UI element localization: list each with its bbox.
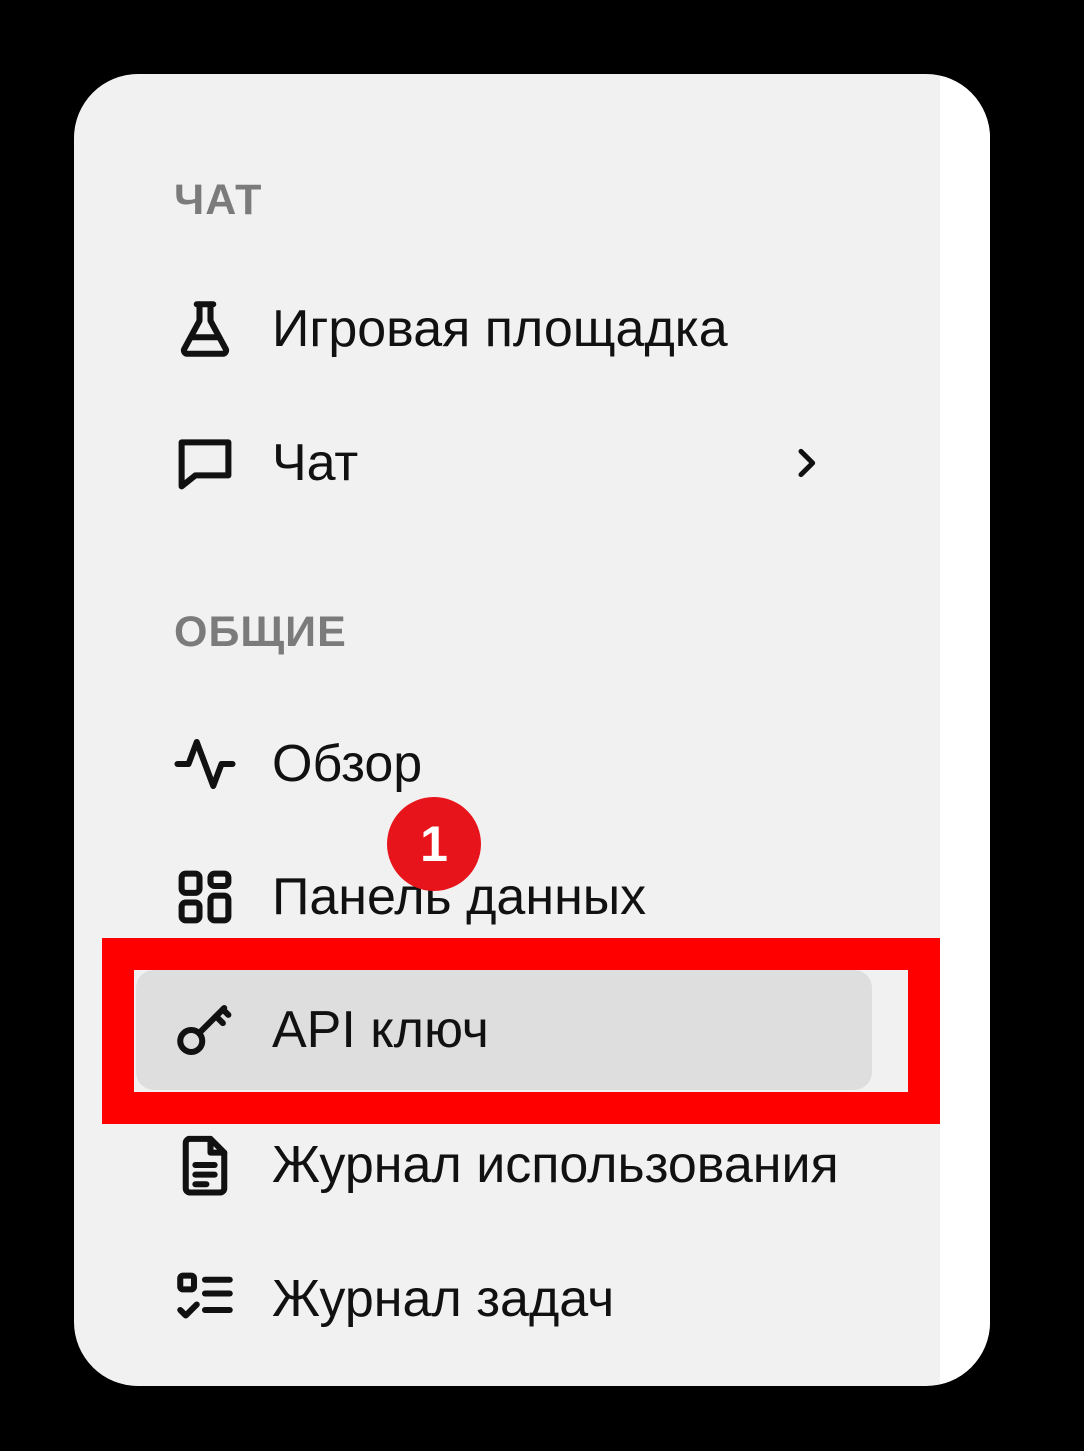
sidebar-item-task-log[interactable]: Журнал задач — [136, 1239, 872, 1359]
section-title-general: ОБЩИЕ — [174, 608, 347, 656]
section-title-chat: ЧАТ — [174, 176, 263, 224]
flask-icon — [172, 296, 238, 362]
sidebar-item-label: Журнал задач — [272, 1270, 615, 1328]
sidebar-item-label: Чат — [272, 434, 359, 492]
sidebar-item-overview[interactable]: Обзор — [136, 704, 872, 824]
sidebar-panel: ЧАТ Игровая площадка Чат ОБЩИЕ Обзор Пан… — [74, 74, 990, 1386]
chevron-right-icon[interactable] — [786, 443, 826, 483]
sidebar-item-chat[interactable]: Чат — [136, 403, 872, 523]
sidebar-item-playground[interactable]: Игровая площадка — [136, 269, 872, 389]
task-list-icon — [172, 1266, 238, 1332]
sidebar-item-label: Журнал использования — [272, 1136, 839, 1194]
dashboard-grid-icon — [172, 864, 238, 930]
document-icon — [172, 1132, 238, 1198]
activity-icon — [172, 731, 238, 797]
sidebar-item-label: Обзор — [272, 735, 423, 793]
sidebar-item-label: Игровая площадка — [272, 300, 728, 358]
step-badge: 1 — [387, 797, 481, 891]
highlight-box — [102, 938, 940, 1124]
panel-edge-strip — [940, 74, 990, 1386]
chat-bubble-icon — [172, 430, 238, 496]
